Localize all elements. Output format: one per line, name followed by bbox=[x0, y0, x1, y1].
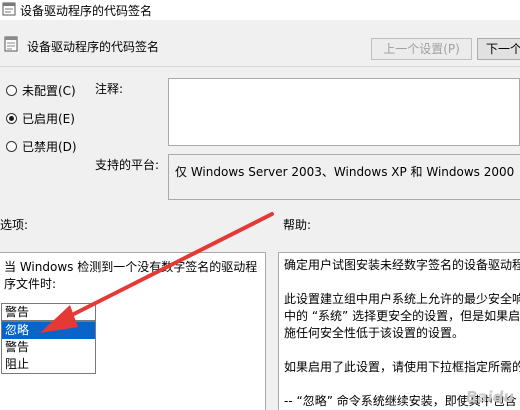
radio-label: 已启用(E) bbox=[22, 111, 75, 126]
radio-disabled[interactable]: 已禁用(D) bbox=[6, 138, 77, 154]
help-paragraph: 确定用户试图安装未经数字签名的设备驱动程 bbox=[284, 258, 520, 272]
radio-not-configured[interactable]: 未配置(C) bbox=[6, 82, 76, 98]
policy-title: 设备驱动程序的代码签名 bbox=[27, 40, 160, 54]
help-label: 帮助: bbox=[283, 218, 312, 232]
action-dropdown-list: 忽略 警告 阻止 bbox=[1, 321, 96, 374]
radio-label: 未配置(C) bbox=[22, 83, 76, 98]
previous-setting-button[interactable]: 上一个设置(P) bbox=[371, 38, 472, 60]
dropdown-option-block[interactable]: 阻止 bbox=[2, 356, 95, 373]
radio-circle-checked[interactable] bbox=[6, 112, 17, 124]
radio-circle[interactable] bbox=[6, 140, 17, 152]
options-description: 当 Windows 检测到一个没有数字签名的驱动程序文件时: bbox=[4, 260, 258, 291]
radio-label: 已禁用(D) bbox=[22, 139, 77, 154]
window-title: 设备驱动程序的代码签名 bbox=[20, 4, 153, 18]
action-select[interactable]: 警告 bbox=[1, 303, 96, 321]
policy-window-icon bbox=[2, 2, 16, 16]
radio-enabled[interactable]: 已启用(E) bbox=[6, 110, 75, 126]
dropdown-option-ignore[interactable]: 忽略 bbox=[2, 322, 95, 339]
help-paragraph: 如果启用了此设置，请使用下拉框指定所需的 bbox=[284, 360, 520, 374]
window-titlebar: 设备驱动程序的代码签名 bbox=[0, 0, 520, 20]
options-label: 选项: bbox=[0, 218, 29, 232]
radio-circle[interactable] bbox=[6, 84, 17, 96]
help-paragraph: 此设置建立组中用户系统上允许的最少安全响应 中的 “系统” 选择更安全的设置，但… bbox=[284, 292, 520, 340]
next-setting-button[interactable]: 下一个 bbox=[477, 38, 520, 60]
platform-field: 仅 Windows Server 2003、Windows XP 和 Windo… bbox=[168, 154, 520, 200]
comment-label: 注释: bbox=[95, 82, 124, 96]
header-divider bbox=[0, 66, 520, 67]
comment-textarea[interactable] bbox=[168, 78, 520, 146]
dropdown-option-warn[interactable]: 警告 bbox=[2, 339, 95, 356]
baidu-watermark: Baidu bbox=[465, 388, 514, 406]
help-panel: 确定用户试图安装未经数字签名的设备驱动程 此设置建立组中用户系统上允许的最少安全… bbox=[278, 252, 520, 410]
platform-label: 支持的平台: bbox=[95, 158, 160, 172]
policy-setting-icon bbox=[4, 36, 18, 52]
options-panel: 当 Windows 检测到一个没有数字签名的驱动程序文件时: 警告 忽略 警告 … bbox=[0, 252, 266, 410]
